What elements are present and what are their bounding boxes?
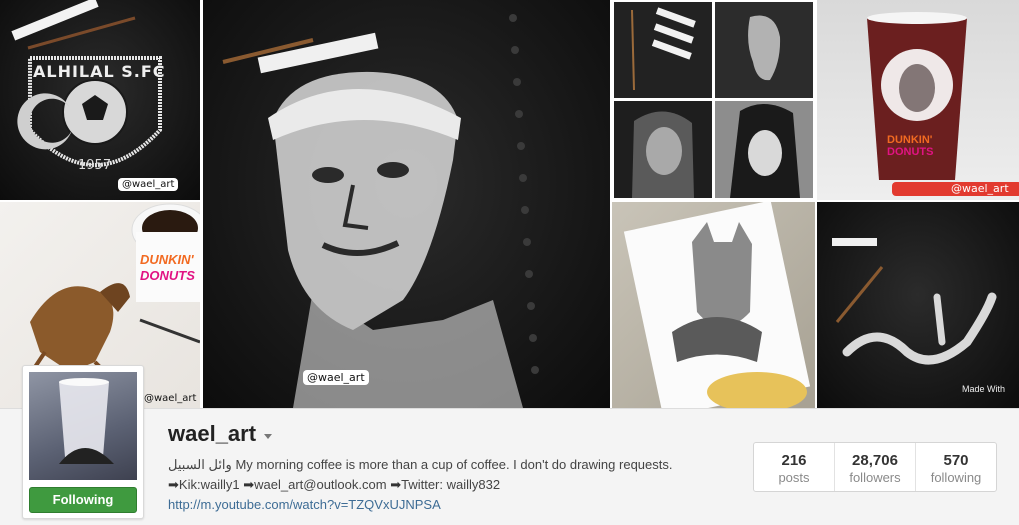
grid-cell-brush (614, 2, 712, 98)
arrow-icon: ➡ (390, 477, 402, 492)
profile-bio: وائل السبيل My morning coffee is more th… (168, 455, 672, 515)
photo-tile-batman[interactable] (612, 202, 815, 408)
photo-mosaic: ALHILAL S.FC 1957 @wael_art DUNKIN' DONU… (0, 0, 1019, 408)
alhilal-title: ALHILAL S.FC (33, 62, 166, 81)
cup-brand-bottom: DONUTS (140, 268, 195, 283)
bio-kik: Kik:wailly1 (178, 477, 240, 492)
bio-line-3: http://m.youtube.com/watch?v=TZQVxUJNPSA (168, 495, 672, 515)
watermark-label: @wael_art (951, 182, 1009, 195)
bio-line-2: ➡Kik:wailly1 ➡wael_art@outlook.com ➡Twit… (168, 475, 672, 495)
alhilal-year: 1957 (78, 158, 112, 173)
watermark-label: @wael_art (144, 393, 197, 404)
cup-brand-top: DUNKIN' (140, 252, 194, 267)
stat-following[interactable]: 570 following (915, 443, 996, 491)
cup-brand-bottom: DONUTS (887, 146, 934, 158)
avatar-card: Following (22, 365, 144, 519)
stat-value: 28,706 (852, 452, 898, 469)
stat-value: 570 (943, 452, 969, 469)
cup-brand-top: DUNKIN' (887, 134, 933, 146)
grid-cell-woman-scarf (614, 101, 712, 198)
stat-followers[interactable]: 28,706 followers (834, 443, 915, 491)
batman-sketch-art (623, 202, 811, 408)
photo-tile-portrait-large[interactable]: @wael_art (203, 0, 610, 408)
arrow-icon: ➡ (168, 477, 179, 492)
dunkin-cup-art (867, 12, 1019, 196)
bio-arabic-name: وائل السبيل (168, 457, 232, 472)
stat-label: followers (849, 470, 901, 485)
bio-twitter: Twitter: wailly832 (401, 477, 501, 492)
bio-email: wael_art@outlook.com (254, 477, 387, 492)
photo-tile-alhilal[interactable]: ALHILAL S.FC 1957 @wael_art (0, 0, 200, 200)
profile-stats: 216 posts 28,706 followers 570 following (753, 442, 997, 492)
stat-posts[interactable]: 216 posts (754, 443, 834, 491)
photo-tile-dunkin-cup[interactable]: DUNKIN' DONUTS @wael_art (817, 0, 1019, 200)
bio-line-1: وائل السبيل My morning coffee is more th… (168, 455, 672, 475)
following-button[interactable]: Following (29, 487, 137, 513)
avatar[interactable] (29, 372, 137, 480)
bio-website-link[interactable]: http://m.youtube.com/watch?v=TZQVxUJNPSA (168, 497, 441, 512)
photo-tile-grid[interactable] (612, 0, 815, 200)
stat-value: 216 (781, 452, 807, 469)
profile-username: wael_art (168, 421, 257, 446)
username-row: wael_art (168, 421, 273, 447)
made-with-label: Made With (962, 384, 1006, 394)
chevron-down-icon[interactable] (264, 433, 273, 439)
bio-text: My morning coffee is more than a cup of … (235, 457, 673, 472)
photo-tile-calligraphy[interactable]: Made With (817, 202, 1019, 408)
sugar-portrait-art (222, 14, 539, 408)
stat-label: posts (778, 470, 810, 485)
calligraphy-art (832, 238, 997, 365)
stat-label: following (930, 470, 982, 485)
arrow-icon: ➡ (243, 477, 255, 492)
grid-cell-woman-photo (715, 101, 813, 198)
watermark-label: @wael_art (118, 178, 179, 191)
grid-cell-face-sugar (715, 2, 813, 98)
watermark-label: @wael_art (303, 370, 369, 385)
